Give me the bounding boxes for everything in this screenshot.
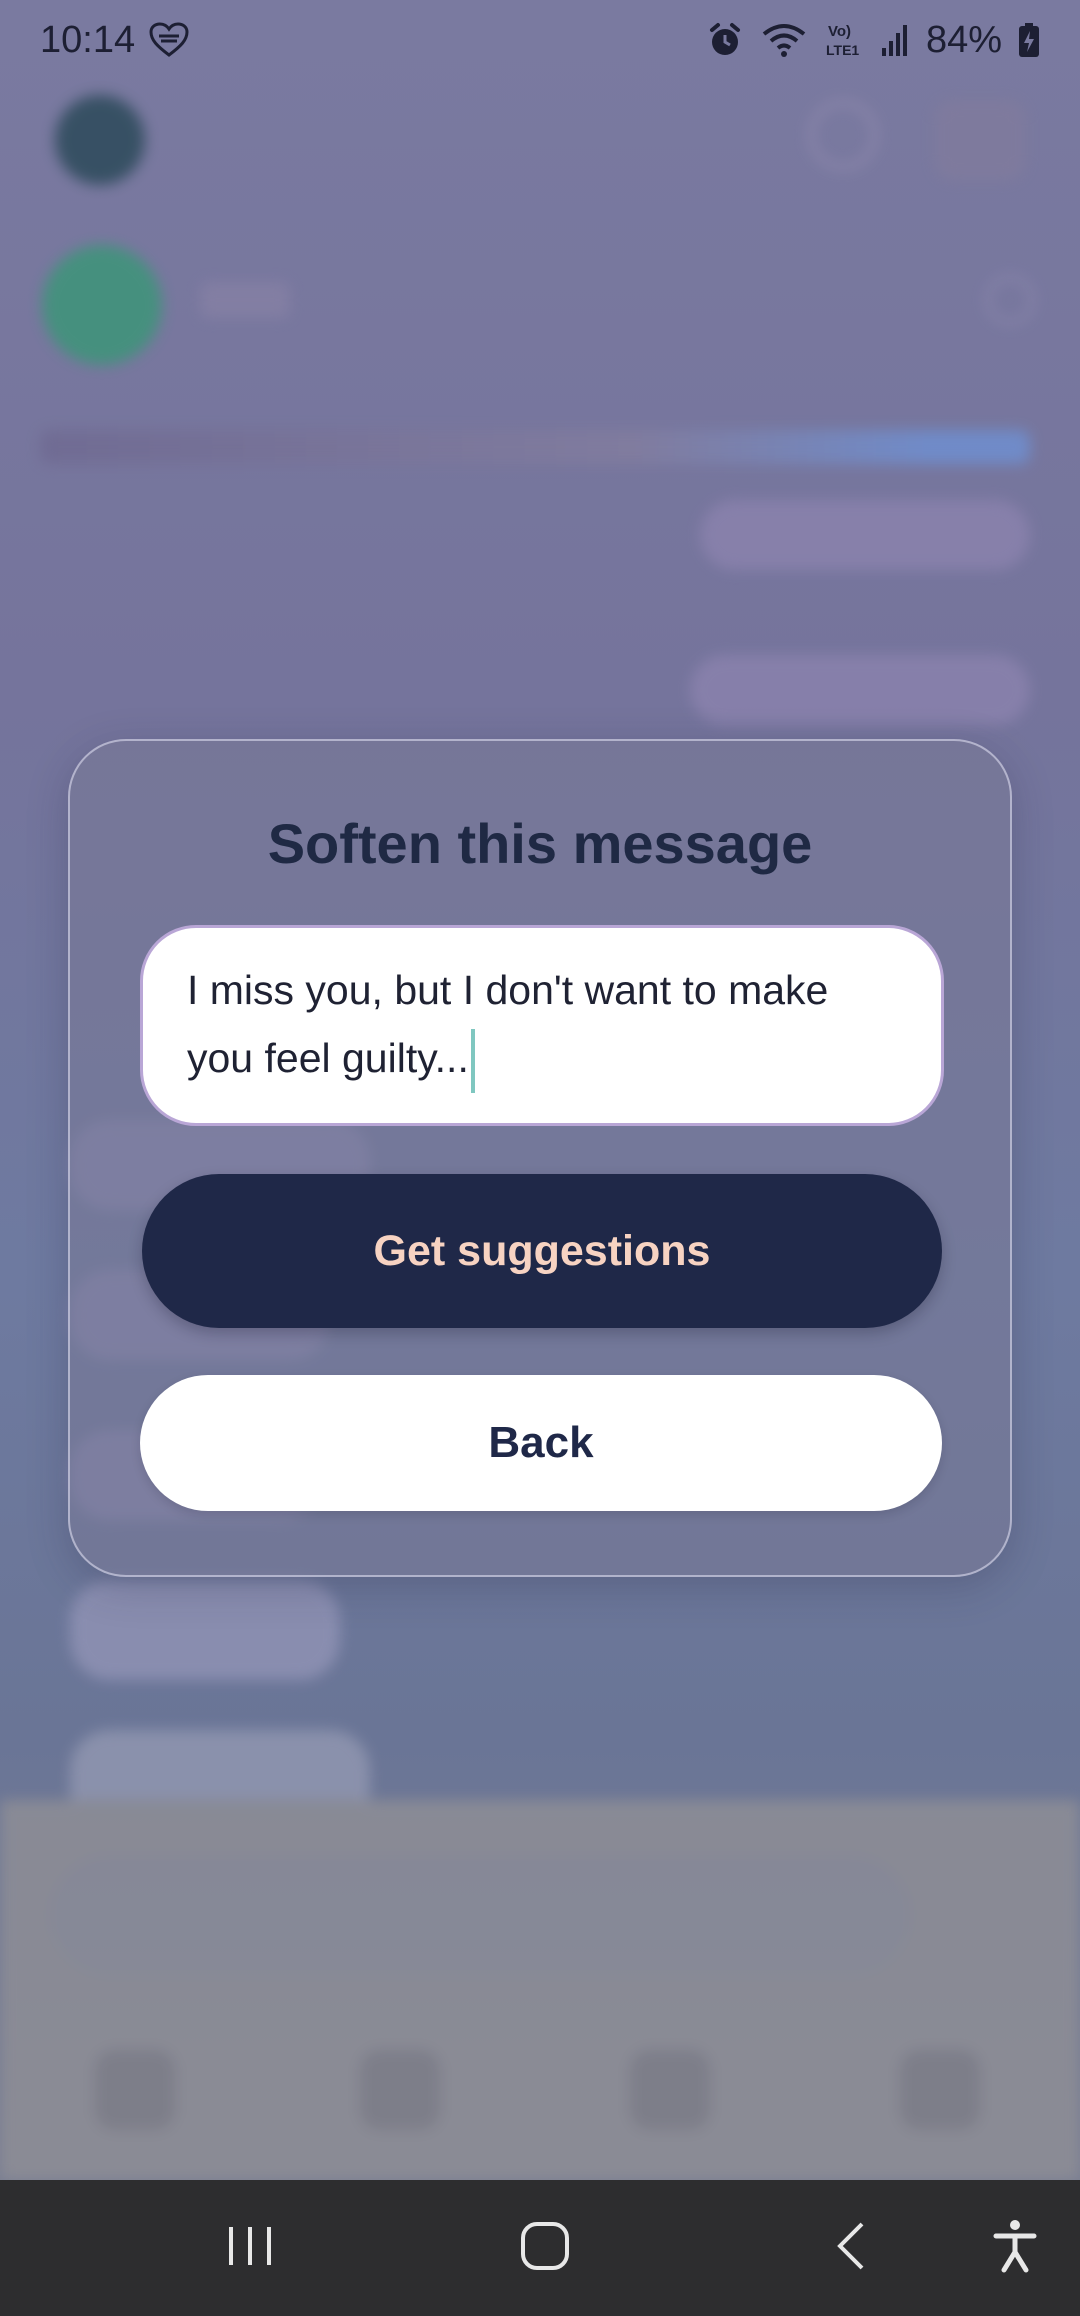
battery-charging-icon (1018, 22, 1040, 58)
background-chat-bubble (690, 655, 1030, 725)
accessibility-button[interactable] (970, 2180, 1060, 2316)
background-contact-avatar (42, 245, 162, 365)
background-menu-icon (935, 100, 1025, 180)
recents-button[interactable] (200, 2180, 300, 2316)
background-contact-name (200, 282, 290, 318)
back-nav-button[interactable] (800, 2180, 900, 2316)
recents-icon (225, 2223, 275, 2274)
background-profile-avatar (55, 95, 145, 185)
battery-percent: 84% (925, 18, 1002, 61)
text-cursor (470, 1029, 475, 1094)
background-nav-icon (630, 2050, 710, 2130)
alarm-icon (706, 21, 744, 59)
background-search-icon (808, 100, 878, 170)
volte-lte-icon: Vo) LTE1 (824, 21, 864, 59)
message-input[interactable]: I miss you, but I don't want to make you… (140, 925, 944, 1126)
status-left: 10:14 (40, 19, 189, 62)
soften-message-dialog: Soften this message I miss you, but I do… (68, 739, 1012, 1577)
background-chat-bubble (700, 500, 1030, 570)
heart-notification-icon (149, 22, 189, 58)
background-nav-icon (95, 2050, 175, 2130)
background-chip (70, 1580, 340, 1680)
background-nav-icon (900, 2050, 980, 2130)
dialog-title: Soften this message (267, 812, 813, 875)
home-icon (519, 2220, 571, 2277)
background-info-strip (40, 430, 1030, 464)
back-icon (830, 2220, 870, 2277)
home-button[interactable] (490, 2180, 600, 2316)
status-bar: 10:14 Vo) LTE1 84% (0, 0, 1080, 80)
background-contact-action-icon (985, 275, 1035, 325)
signal-icon (880, 22, 910, 58)
get-suggestions-button[interactable]: Get suggestions (142, 1174, 942, 1328)
status-right: Vo) LTE1 84% (706, 19, 1040, 62)
background-message-input (50, 1855, 910, 1975)
back-button[interactable]: Back (140, 1375, 942, 1511)
system-navigation-bar (0, 2180, 1080, 2316)
background-nav-icon (360, 2050, 440, 2130)
message-input-value: I miss you, but I don't want to make you… (187, 967, 829, 1081)
svg-text:Vo): Vo) (828, 23, 851, 40)
accessibility-icon (992, 2218, 1038, 2279)
svg-text:LTE1: LTE1 (826, 42, 859, 58)
wifi-icon (760, 22, 808, 58)
status-time: 10:14 (40, 18, 136, 61)
